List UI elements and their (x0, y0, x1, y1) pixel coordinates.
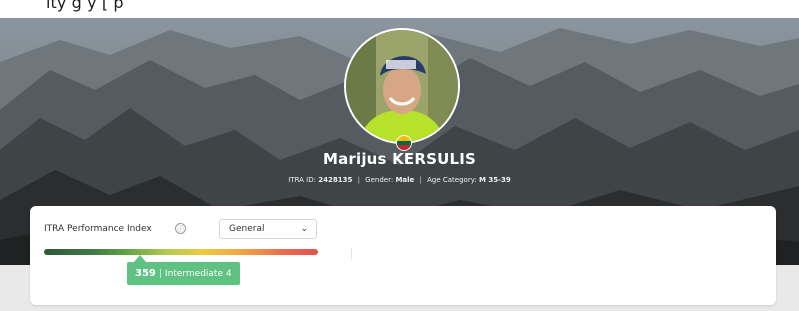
age-category-label: Age Category: (427, 176, 477, 184)
athlete-photo-icon (346, 30, 458, 142)
performance-index-title: ITRA Performance Index (44, 224, 152, 234)
meta-separator: | (357, 176, 360, 184)
card-divider (351, 248, 352, 260)
top-cropped-text-strip: ity g y [ p (0, 0, 799, 18)
gender-value: Male (395, 176, 415, 184)
top-cropped-text: ity g y [ p (46, 0, 124, 12)
country-flag-icon (396, 135, 412, 151)
info-icon[interactable]: ⓘ (175, 223, 186, 234)
select-value: General (229, 224, 265, 234)
performance-gradient-bar (44, 249, 318, 255)
itra-id-label: ITRA ID: (288, 176, 316, 184)
performance-type-select[interactable]: General ⌄ (219, 219, 317, 239)
athlete-name: Marijus KERSULIS (322, 150, 477, 168)
score-level: Intermediate 4 (164, 269, 232, 279)
chevron-down-icon: ⌄ (300, 224, 308, 234)
meta-separator: | (419, 176, 422, 184)
score-separator: | (158, 269, 162, 279)
athlete-avatar (344, 28, 460, 144)
age-category-value: M 35-39 (478, 176, 511, 184)
itra-id-value: 2428135 (318, 176, 353, 184)
score-value: 359 (135, 268, 156, 279)
performance-card: ITRA Performance Index ⓘ General ⌄ 359 | I… (30, 206, 776, 305)
athlete-avatar-wrapper (344, 28, 460, 151)
score-pointer (134, 255, 146, 262)
athlete-meta: ITRA ID: 2428135 | Gender: Male | Age Ca… (0, 176, 799, 184)
gender-label: Gender: (365, 176, 394, 184)
score-badge: 359 | Intermediate 4 (127, 262, 240, 285)
